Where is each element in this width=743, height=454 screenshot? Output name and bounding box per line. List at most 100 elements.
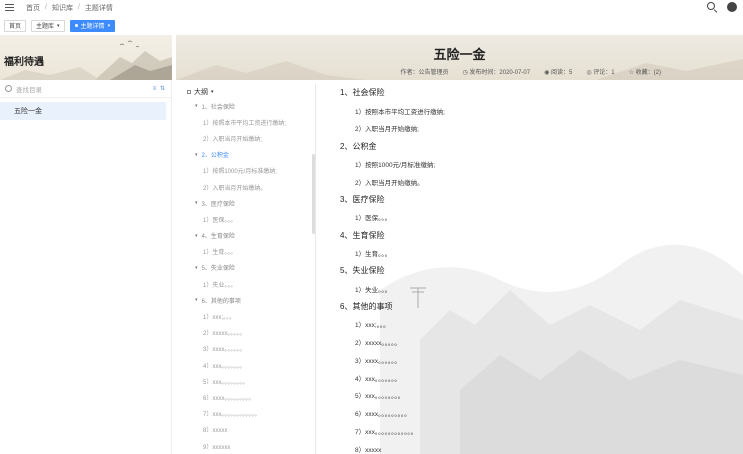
outline-item-label: 1）生育。。。: [203, 250, 237, 257]
section-item: 8）xxxxx: [355, 446, 382, 454]
sidebar-item-label: 五险一金: [14, 108, 42, 115]
publish-time: ◷ 发布时间：2020-07-07: [463, 67, 531, 76]
outline-item-label: 1、社会保险: [201, 104, 235, 111]
outline-subitem[interactable]: 9）xxxxxx: [182, 438, 315, 454]
outline-subitem[interactable]: 6）xxxx。。。。。。。。。: [182, 389, 315, 405]
outline-item-label: 9）xxxxxx: [203, 444, 231, 451]
outline-subitem[interactable]: 1）失业。。。: [182, 276, 315, 292]
outline-section[interactable]: ▾ 2、公积金: [182, 147, 315, 163]
outline-section[interactable]: ▾ 4、生育保险: [182, 228, 315, 244]
star-icon: ☆: [628, 70, 636, 76]
content-list: 1、社会保险 1）按照本市平均工资进行缴纳; 2）入职当月开始缴纳; 2、公积金 1）按…: [340, 84, 740, 454]
outline-item-label: 3）xxxx。。。。。。: [203, 347, 246, 354]
author-label: 作者：公告管理员: [400, 70, 449, 76]
section-item: 1）医保。。。: [355, 215, 392, 223]
section-item: 1）按照本市平均工资进行缴纳;: [355, 108, 445, 116]
eye-icon: ◉: [544, 70, 552, 76]
section-item: 4）xxx。。。。。。。: [355, 375, 401, 383]
favorite-count-text: 收藏：(2): [635, 70, 661, 76]
section-item: 3）xxxx。。。。。。: [355, 357, 401, 365]
section-item: 5）xxx。。。。。。。。: [355, 393, 405, 401]
tab-label: 首页: [9, 24, 22, 30]
outline-item-label: 1）xxx;。。。: [203, 315, 236, 322]
sidebar: 福利待遇 查找目录 ≡ ⇅ 五险一金: [0, 35, 172, 454]
outline-scrollbar[interactable]: [312, 154, 315, 234]
search-icon: [5, 85, 12, 92]
section-item: 1）xxx;。。。: [355, 322, 390, 330]
breadcrumb-separator: /: [45, 4, 47, 11]
chevron-down-icon: ▾: [195, 232, 198, 239]
sidebar-item-wuxianyijin[interactable]: 五险一金: [0, 102, 166, 120]
section-item: 2）xxxxx。。。。。: [355, 340, 401, 348]
outline-item-label: 4、生育保险: [201, 234, 235, 241]
outline-icon: [187, 90, 191, 94]
page-tabs: 首页 主题库 ▾ 主题详情 ▾: [0, 18, 116, 33]
view-count-text: 阅读：5: [551, 70, 573, 76]
outline-subitem[interactable]: 7）xxx。。。。。。。。。。。。: [182, 406, 315, 422]
outline-section[interactable]: ▾ 1、社会保险: [182, 98, 315, 114]
section-heading: 1、社会保险: [340, 88, 385, 98]
outline-item-label: 1）失业。。。: [203, 282, 237, 289]
favorite-count[interactable]: ☆ 收藏：(2): [629, 67, 661, 76]
article-meta: 作者：公告管理员 ◷ 发布时间：2020-07-07 ◉ 阅读：5 ◎ 评论：1…: [400, 67, 661, 76]
outline-item-label: 2）入职当月开始缴纳;: [203, 136, 263, 143]
comment-count[interactable]: ◎ 评论：1: [586, 67, 614, 76]
breadcrumb-current: 主题详情: [84, 4, 113, 12]
breadcrumb-home[interactable]: 首页: [26, 3, 40, 13]
outline-item-label: 2）入职当月开始缴纳。: [203, 185, 267, 192]
breadcrumb-library[interactable]: 知识库: [52, 3, 73, 13]
section-item: 1）按照1000元/月标准缴纳;: [355, 162, 436, 170]
outline-subitem[interactable]: 1）按照本市平均工资进行缴纳;: [182, 114, 315, 130]
section-heading: 3、医疗保险: [340, 195, 385, 205]
outline-subitem[interactable]: 5）xxx。。。。。。。。: [182, 373, 315, 389]
chevron-down-icon: ▾: [195, 297, 198, 304]
outline-header[interactable]: 大纲 ▾: [187, 86, 315, 98]
outline-subitem[interactable]: 1）按照1000元/月标准缴纳;: [182, 163, 315, 179]
expand-collapse-icon[interactable]: ≡ ⇅: [153, 85, 166, 92]
outline-title: 大纲: [194, 89, 208, 96]
search-icon[interactable]: [707, 2, 717, 12]
view-count: ◉ 阅读：5: [544, 67, 572, 76]
outline-panel: 大纲 ▾ ▾ 1、社会保险 1）按照本市平均工资进行缴纳; 2）入职当月开始缴纳; ▾ 2…: [182, 84, 316, 454]
outline-subitem[interactable]: 3）xxxx。。。。。。: [182, 341, 315, 357]
breadcrumb-separator: /: [77, 4, 80, 11]
outline-item-label: 6）xxxx。。。。。。。。。: [203, 395, 255, 402]
section-heading: 4、生育保险: [340, 230, 385, 240]
outline-subitem[interactable]: 8）xxxxx: [182, 422, 315, 438]
tab-home[interactable]: 首页: [4, 19, 27, 32]
outline-subitem[interactable]: 2）入职当月开始缴纳。: [182, 179, 315, 195]
section-item: 7）xxx。。。。。。。。。。。。: [355, 429, 418, 437]
tab-label: 主题库: [36, 24, 55, 30]
outline-item-label: 1）按照1000元/月标准缴纳;: [203, 169, 278, 176]
page-title: 五险一金: [433, 48, 486, 63]
sidebar-banner: 福利待遇: [0, 35, 172, 80]
github-icon[interactable]: [727, 2, 737, 12]
outline-item-label: 3、医疗保险: [201, 201, 235, 208]
outline-subitem[interactable]: 1）生育。。。: [182, 244, 315, 260]
top-nav: 首页 / 知识库 / 主题详情: [0, 0, 743, 15]
outline-subitem[interactable]: 4）xxx。。。。。。。: [182, 357, 315, 373]
outline-section[interactable]: ▾ 6、其他的事项: [182, 292, 315, 308]
section-item: 2）入职当月开始缴纳。: [355, 179, 424, 187]
chevron-down-icon: ▾: [195, 264, 198, 271]
tab-topic-library[interactable]: 主题库 ▾: [31, 19, 65, 32]
outline-section[interactable]: ▾ 5、失业保险: [182, 260, 315, 276]
tab-label: 主题详情: [80, 24, 105, 30]
outline-item-label: 2）xxxxx。。。。。: [203, 331, 246, 338]
chevron-down-icon: ▾: [195, 103, 198, 110]
tab-topic-detail[interactable]: 主题详情 ▾: [69, 19, 116, 32]
section-item: 1）失业。。。: [355, 286, 392, 294]
section-heading: 5、失业保险: [340, 266, 385, 276]
section-heading: 6、其他的事项: [340, 301, 393, 311]
outline-subitem[interactable]: 2）入职当月开始缴纳;: [182, 130, 315, 146]
outline-item-label: 6、其他的事项: [201, 298, 241, 305]
catalog-search-input[interactable]: 查找目录: [16, 84, 153, 94]
outline-subitem[interactable]: 2）xxxxx。。。。。: [182, 325, 315, 341]
outline-section[interactable]: ▾ 3、医疗保险: [182, 195, 315, 211]
outline-list: ▾ 1、社会保险 1）按照本市平均工资进行缴纳; 2）入职当月开始缴纳; ▾ 2、公积金 1…: [182, 98, 315, 454]
catalog-search[interactable]: 查找目录 ≡ ⇅: [0, 80, 171, 98]
publish-time-text: 发布时间：2020-07-07: [469, 70, 531, 76]
menu-icon[interactable]: [5, 4, 14, 12]
outline-subitem[interactable]: 1）xxx;。。。: [182, 308, 315, 324]
outline-subitem[interactable]: 1）医保。。。: [182, 211, 315, 227]
